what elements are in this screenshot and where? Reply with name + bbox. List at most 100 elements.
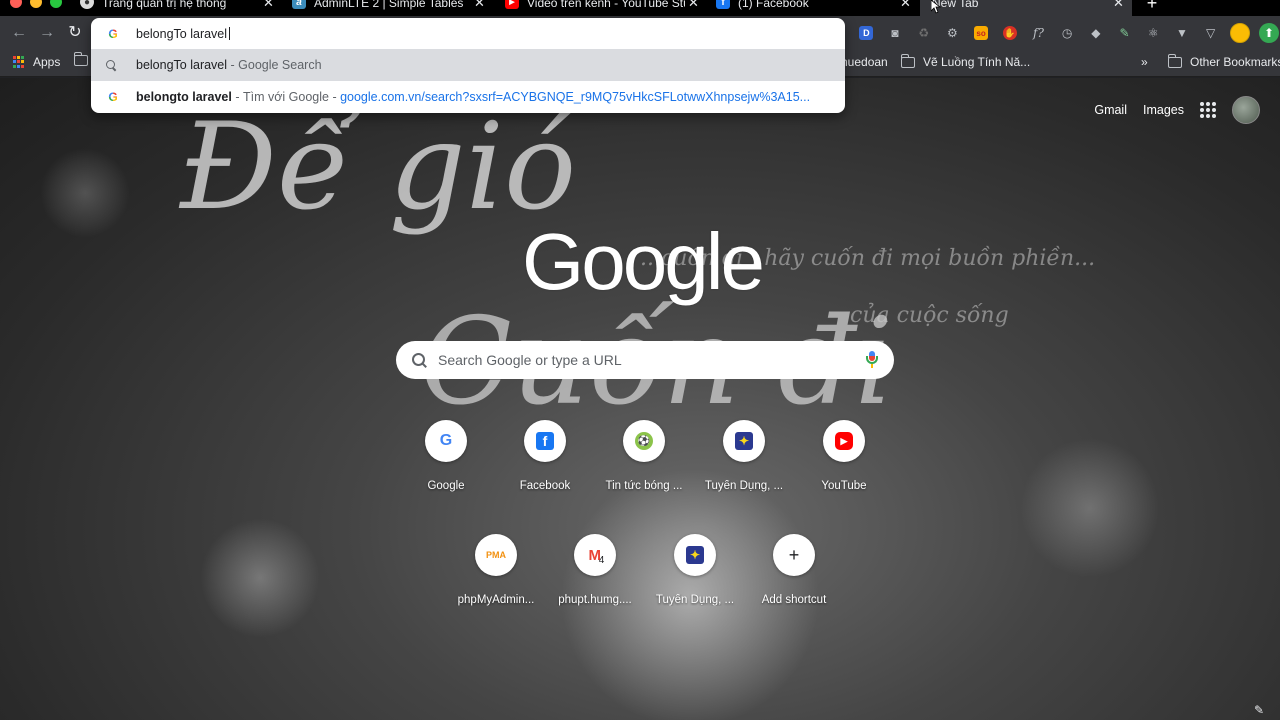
shortcut-label: phupt.humg.... — [558, 594, 632, 606]
close-icon[interactable]: ✕ — [263, 0, 274, 11]
back-icon[interactable]: ← — [9, 23, 29, 43]
shortcut-recruitment-2[interactable]: ✦ Tuyển Dụng, ... — [645, 526, 745, 626]
close-icon[interactable]: ✕ — [900, 0, 911, 11]
cube-icon[interactable]: ◆ — [1082, 24, 1111, 42]
recycle-icon[interactable]: ♻ — [909, 24, 938, 42]
close-icon[interactable]: ✕ — [474, 0, 485, 11]
shortcut-icon-circle: ▶ — [823, 420, 865, 462]
google-g-icon: G — [108, 90, 118, 104]
shortcut-youtube[interactable]: ▶ YouTube — [794, 412, 894, 512]
extension-d-icon[interactable]: D — [852, 24, 881, 42]
youtube-icon: ▶ — [505, 0, 519, 9]
dandelion-puff — [1020, 438, 1160, 578]
timer-icon[interactable]: ◷ — [1053, 24, 1082, 42]
suggestion-item[interactable]: belongTo laravel - Google Search — [91, 49, 845, 81]
update-icon[interactable]: ⬆ — [1259, 23, 1279, 43]
bookmark-apps[interactable]: Apps — [13, 55, 60, 69]
shortcut-recruitment[interactable]: ✦ Tuyển Dụng, ... — [694, 412, 794, 512]
football-news-icon: ⚽ — [635, 432, 653, 450]
folder-icon — [901, 53, 915, 68]
forward-icon[interactable]: → — [37, 23, 57, 43]
suggestion-text: belongto laravel — [136, 90, 232, 104]
suggestion-item[interactable]: G belongto laravel - Tìm với Google - go… — [91, 81, 845, 113]
google-g-icon: G — [108, 26, 118, 41]
bookmark-huedoan[interactable]: huedoan — [841, 55, 888, 69]
profile-avatar[interactable] — [1230, 23, 1250, 43]
close-icon[interactable]: ✕ — [688, 0, 699, 11]
omnibox-input[interactable]: belongTo laravel — [136, 27, 227, 41]
shortcut-icon-circle: + — [773, 534, 815, 576]
gmail-link[interactable]: Gmail — [1094, 103, 1127, 117]
folder-icon — [74, 52, 88, 66]
shortcut-football-news[interactable]: ⚽ Tin tức bóng ... — [594, 412, 694, 512]
new-tab-page: Để gió Cuốn đi ...cuốn đi , hãy cuốn đi … — [0, 78, 1280, 720]
shortcut-icon-circle: ✦ — [674, 534, 716, 576]
apps-grid-icon — [13, 56, 25, 68]
customize-pencil-icon[interactable]: ✎ — [1254, 703, 1264, 717]
gear-icon[interactable]: ⚙ — [938, 24, 967, 42]
leaf-icon[interactable]: ✎ — [1110, 24, 1139, 42]
close-window-icon[interactable] — [10, 0, 22, 8]
shortcut-google[interactable]: G Google — [396, 412, 496, 512]
shortcut-gmail[interactable]: M 4 phupt.humg.... — [545, 526, 645, 626]
shortcut-add[interactable]: + Add shortcut — [744, 526, 844, 626]
recruitment-icon: ✦ — [686, 546, 704, 564]
search-icon — [106, 60, 116, 70]
close-icon[interactable]: ✕ — [1113, 0, 1124, 11]
suggestion-text: belongTo laravel — [136, 58, 228, 72]
shortcut-label: Tuyển Dụng, ... — [704, 480, 784, 492]
bookmark-label: Other Bookmarks — [1190, 55, 1280, 69]
suggestion-subtext: Google Search — [238, 58, 322, 72]
vue-icon[interactable]: ▼ — [1168, 24, 1197, 42]
suggestion-separator: - — [227, 58, 239, 72]
mouse-cursor-icon — [931, 0, 941, 14]
bookmark-label: Apps — [33, 55, 61, 69]
reload-icon[interactable]: ↻ — [65, 23, 85, 43]
tab-youtube-studio[interactable]: ▶ Video trên kênh - YouTube Stu ✕ — [505, 0, 705, 16]
shortcut-label: Facebook — [519, 480, 571, 492]
bookmark-folder-ve-luong[interactable]: Vẽ Luồng Tính Nă... — [901, 53, 1030, 69]
microphone-icon[interactable] — [866, 351, 878, 369]
tab-strip: ● Trang quản trị hệ thống ✕ a AdminLTE 2… — [0, 0, 1280, 16]
apps-launcher-icon[interactable] — [1200, 102, 1216, 118]
bookmark-other-bookmarks[interactable]: Other Bookmarks — [1168, 53, 1280, 69]
tab-title: (1) Facebook — [738, 0, 809, 10]
shortcut-label: YouTube — [821, 480, 867, 492]
triangle-icon[interactable]: ▽ — [1196, 24, 1225, 42]
extension-so-icon[interactable]: so — [967, 24, 996, 42]
google-icon: G — [439, 432, 453, 449]
shortcut-label: Add shortcut — [761, 594, 827, 606]
shortcut-label: Tin tức bóng ... — [605, 480, 683, 492]
tab-adminlte[interactable]: a AdminLTE 2 | Simple Tables ✕ — [292, 0, 492, 16]
stop-hand-icon[interactable]: ✋ — [995, 24, 1024, 42]
account-avatar[interactable] — [1232, 96, 1260, 124]
ntp-search-input[interactable] — [438, 352, 866, 368]
background-script-line-1: Để gió — [180, 98, 577, 237]
shortcut-label: Google — [427, 480, 465, 492]
minimize-window-icon[interactable] — [30, 0, 42, 8]
folder-icon — [1168, 53, 1182, 68]
bookmarks-overflow-button[interactable]: » — [1141, 55, 1148, 69]
shortcut-icon-circle: ✦ — [723, 420, 765, 462]
tab-facebook[interactable]: f (1) Facebook ✕ — [716, 0, 916, 16]
font-function-icon[interactable]: f? — [1024, 24, 1053, 42]
tab-admin[interactable]: ● Trang quản trị hệ thống ✕ — [80, 0, 280, 16]
shortcut-label: Tuyển Dụng, ... — [655, 594, 735, 606]
tab-new-tab[interactable]: New Tab ✕ — [920, 0, 1132, 16]
omnibox-input-row[interactable]: G belongTo laravel — [91, 18, 845, 49]
generic-icon: ● — [80, 0, 94, 9]
suggestion-url: google.com.vn/search?sxsrf=ACYBGNQE_r9MQ… — [340, 90, 811, 104]
shortcut-facebook[interactable]: f Facebook — [495, 412, 595, 512]
react-icon[interactable]: ⚛ — [1139, 24, 1168, 42]
camera-icon[interactable]: ◙ — [881, 24, 910, 42]
images-link[interactable]: Images — [1143, 103, 1184, 117]
facebook-icon: f — [716, 0, 730, 9]
new-tab-button[interactable]: + — [1142, 0, 1162, 14]
adminlte-icon: a — [292, 0, 306, 9]
maximize-window-icon[interactable] — [50, 0, 62, 8]
shortcut-icon-circle: G — [425, 420, 467, 462]
suggestion-separator: - — [231, 90, 243, 104]
ntp-search-box[interactable] — [396, 341, 894, 379]
shortcut-phpmyadmin[interactable]: PMA phpMyAdmin... — [446, 526, 546, 626]
plus-icon: + — [788, 544, 800, 565]
